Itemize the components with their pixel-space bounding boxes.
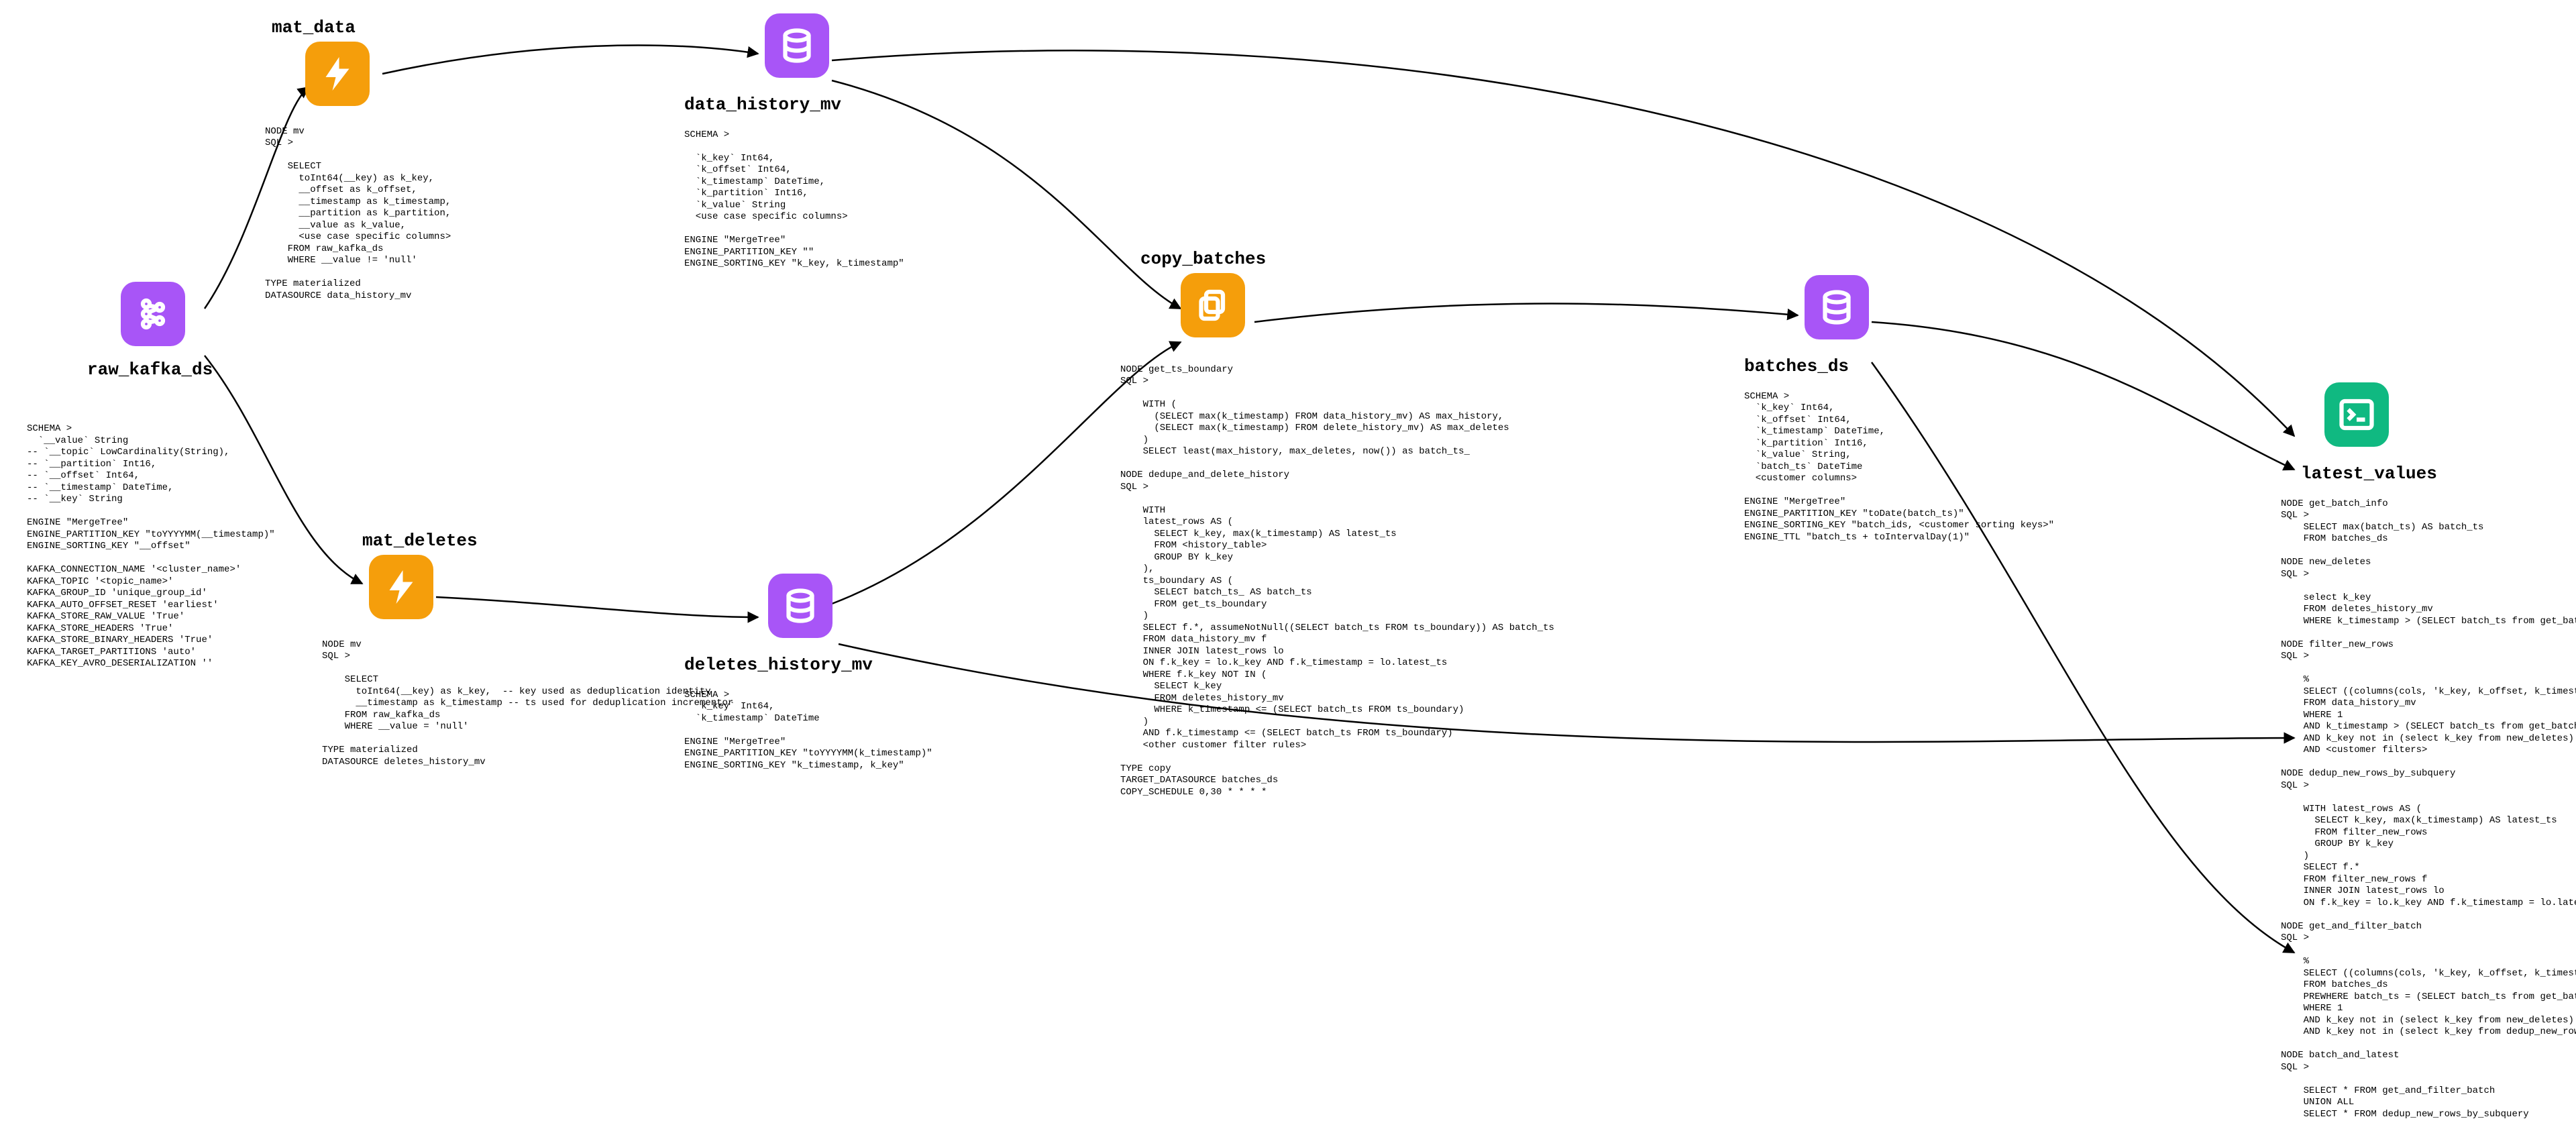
details-copy-batches: NODE get_ts_boundary SQL > WITH ( (SELEC… [1120,364,1664,799]
database-icon [765,13,829,78]
database-icon [1805,275,1869,339]
database-icon [768,574,833,638]
node-batches-ds-body: batches_ds SCHEMA > `k_key` Int64, `k_of… [1744,356,2214,543]
details-latest-values: NODE get_batch_info SQL > SELECT max(bat… [2281,498,2576,1121]
details-mat-data: NODE mv SQL > SELECT toInt64(__key) as k… [265,126,667,303]
title-mat-deletes: mat_deletes [362,530,798,552]
title-copy-batches: copy_batches [1140,248,1664,270]
title-data-history-mv: data_history_mv [684,94,1087,116]
details-deletes-history-mv: SCHEMA > `k_key` Int64, `k_timestamp` Da… [684,690,1087,772]
title-mat-data: mat_data [272,17,667,39]
node-mat-data: mat_data NODE mv SQL > SELECT toInt64(__… [265,17,667,302]
node-data-history-mv [758,13,1161,78]
kafka-icon [121,282,185,346]
title-batches-ds: batches_ds [1744,356,2214,378]
node-raw-kafka-ds [121,282,185,346]
title-latest-values: latest_values [2301,463,2576,485]
node-latest-values-body: latest_values NODE get_batch_info SQL > … [2301,463,2576,1120]
node-data-history-mv-body: data_history_mv SCHEMA > `k_key` Int64, … [684,94,1087,270]
node-batches-ds [1798,275,2267,339]
bolt-icon [369,555,433,619]
node-latest-values [2304,382,2576,447]
details-data-history-mv: SCHEMA > `k_key` Int64, `k_offset` Int64… [684,129,1087,270]
node-deletes-history-mv [761,574,1164,638]
node-deletes-history-mv-body: deletes_history_mv SCHEMA > `k_key` Int6… [684,654,1087,771]
title-deletes-history-mv: deletes_history_mv [684,654,1087,676]
copy-icon [1181,273,1245,337]
title-raw-kafka-ds: raw_kafka_ds [87,359,436,381]
node-raw-kafka-ds-body: raw_kafka_ds [87,359,436,411]
node-copy-batches: copy_batches NODE get_ts_boundary SQL > … [1127,248,1664,798]
bolt-icon [305,42,370,106]
details-batches-ds: SCHEMA > `k_key` Int64, `k_offset` Int64… [1744,391,2214,544]
terminal-icon [2324,382,2389,447]
